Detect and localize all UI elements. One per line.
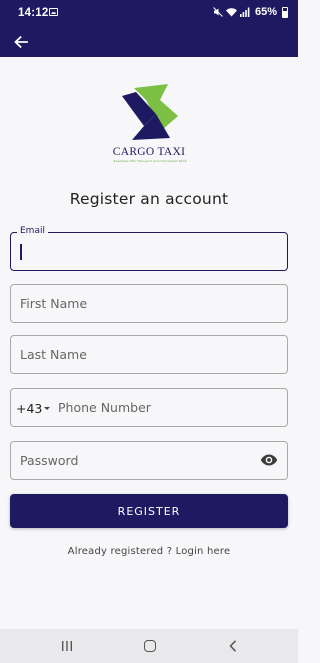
battery-icon <box>282 6 288 18</box>
register-button[interactable]: REGISTER <box>10 494 288 528</box>
status-time: 14:12 <box>18 7 49 19</box>
dropdown-arrow-icon[interactable] <box>44 407 50 410</box>
password-placeholder: Password <box>20 453 79 468</box>
last-name-field[interactable]: Last Name <box>10 335 288 374</box>
app-bar <box>0 26 298 57</box>
recent-apps-icon[interactable] <box>61 641 73 651</box>
first-name-placeholder: First Name <box>20 296 88 311</box>
mute-icon <box>213 7 223 17</box>
system-nav-bar <box>0 629 298 663</box>
text-caret <box>20 244 22 260</box>
phone-placeholder: Phone Number <box>58 400 151 415</box>
photo-icon <box>49 8 58 16</box>
battery-percentage: 65% <box>254 6 277 18</box>
country-code-selector[interactable]: +43 <box>16 401 42 416</box>
logo-title: CARGO TAXI <box>112 146 186 158</box>
last-name-placeholder: Last Name <box>20 347 87 362</box>
logo-tagline: Seamless HGV Transport and Stonehand Ran… <box>113 159 187 163</box>
eye-icon[interactable] <box>260 453 278 467</box>
page-title: Register an account <box>69 190 229 208</box>
signal-icon <box>239 7 250 17</box>
first-name-field[interactable]: First Name <box>10 284 288 323</box>
email-label: Email <box>17 226 48 236</box>
phone-field[interactable]: +43 Phone Number <box>10 388 288 427</box>
arrow-left-icon <box>14 36 28 48</box>
status-icons: 65% <box>213 5 288 19</box>
status-bar: 14:12 65% <box>0 0 298 26</box>
home-icon[interactable] <box>144 640 156 652</box>
back-button[interactable] <box>10 31 32 53</box>
back-icon[interactable] <box>229 640 237 652</box>
login-link[interactable]: Already registered ? Login here <box>0 546 298 557</box>
password-field[interactable]: Password <box>10 441 288 480</box>
wifi-icon <box>225 8 237 17</box>
email-field[interactable]: Email <box>10 226 288 271</box>
